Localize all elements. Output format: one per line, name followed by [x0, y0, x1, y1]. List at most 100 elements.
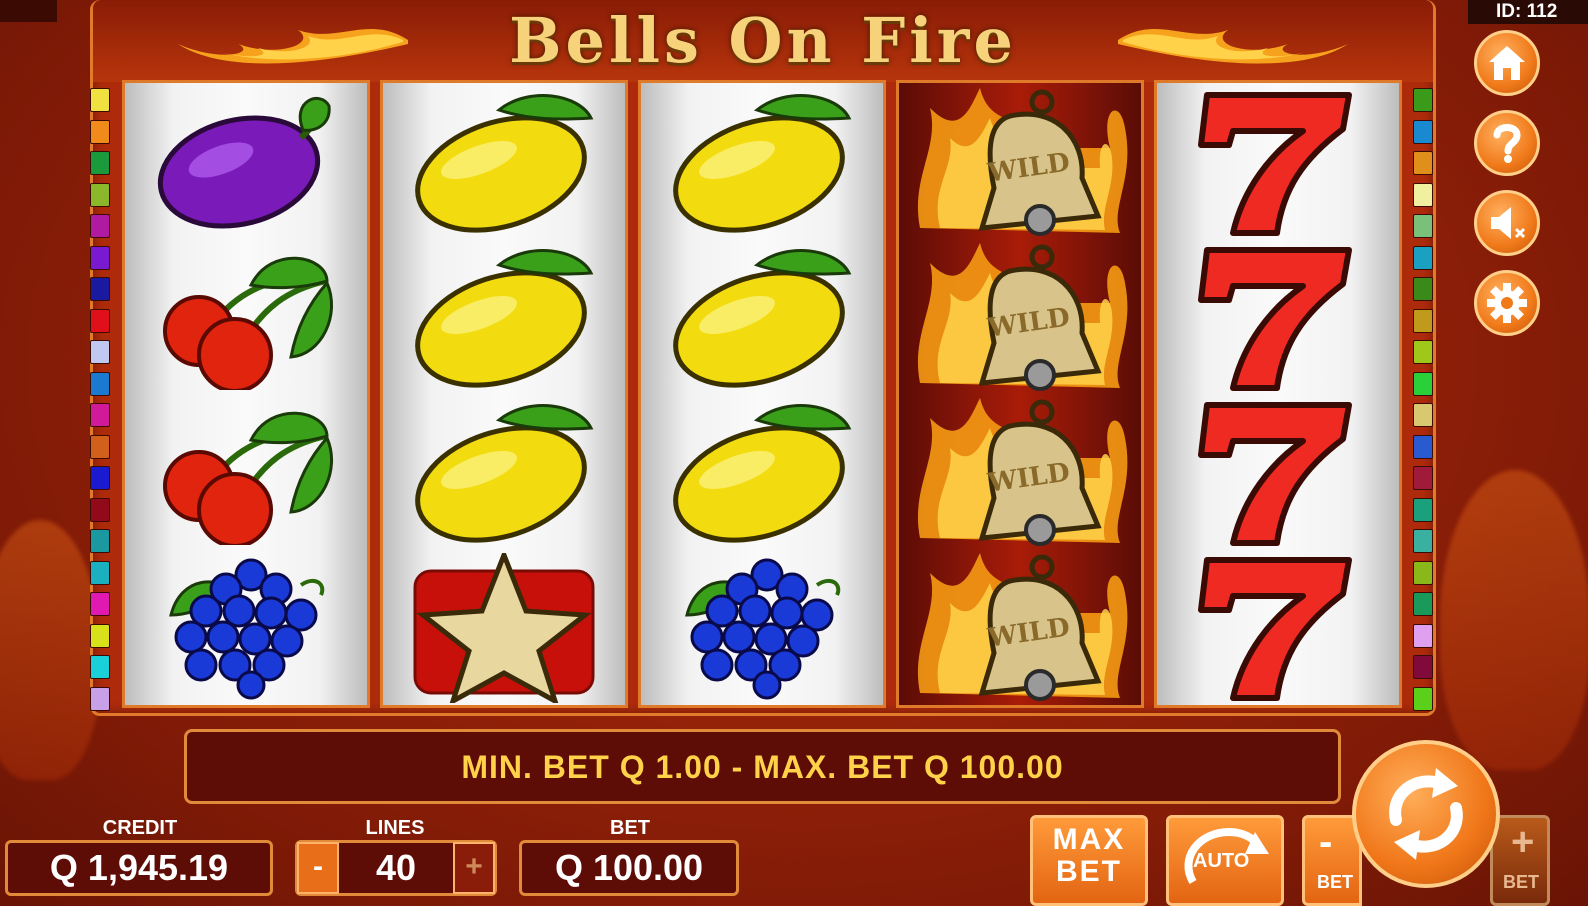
- reel-4: WILD WILD WILD WILD: [896, 80, 1144, 708]
- payline-marker[interactable]: [1413, 497, 1433, 522]
- symbol-wild-bell-icon: WILD: [899, 85, 1141, 240]
- max-bet-label-line2: BET: [1056, 855, 1122, 888]
- reel-3: [638, 80, 886, 708]
- symbol-star-icon: [383, 550, 625, 705]
- payline-marker[interactable]: [1413, 560, 1433, 585]
- title-bar: Bells On Fire: [93, 0, 1433, 82]
- payline-marker[interactable]: [1413, 434, 1433, 459]
- payline-marker[interactable]: [90, 497, 110, 522]
- symbol-wild-bell-icon: WILD: [899, 395, 1141, 550]
- payline-marker[interactable]: [90, 88, 110, 112]
- help-icon: [1493, 124, 1521, 163]
- payline-marker[interactable]: [1413, 151, 1433, 175]
- payline-marker[interactable]: [1413, 340, 1433, 364]
- symbol-seven-icon: [1157, 395, 1399, 550]
- payline-marker[interactable]: [1413, 182, 1433, 207]
- reel-5: [1154, 80, 1402, 708]
- sound-off-icon: [1491, 207, 1526, 239]
- payline-marker[interactable]: [90, 371, 110, 396]
- payline-marker[interactable]: [90, 340, 110, 364]
- max-bet-button[interactable]: MAX BET: [1030, 815, 1148, 906]
- credit-value: Q 1,945.19: [5, 840, 273, 896]
- payline-marker[interactable]: [90, 214, 110, 238]
- symbol-seven-icon: [1157, 550, 1399, 705]
- background-flame-right: [1440, 470, 1588, 770]
- payline-marker[interactable]: [90, 403, 110, 427]
- bet-value: Q 100.00: [519, 840, 739, 896]
- bet-plus-label: BET: [1503, 872, 1539, 892]
- symbol-cherries-icon: [125, 395, 367, 550]
- symbol-lemon-icon: [383, 395, 625, 550]
- payline-marker[interactable]: [1413, 214, 1433, 238]
- payline-marker[interactable]: [1413, 371, 1433, 396]
- bet-minus-symbol: -: [1319, 820, 1333, 864]
- payline-marker[interactable]: [1413, 277, 1433, 301]
- reels: WILD WILD WILD WILD: [122, 80, 1404, 708]
- symbol-plum-icon: [125, 85, 367, 240]
- lines-decrease-button[interactable]: -: [297, 842, 339, 894]
- symbol-lemon-icon: [383, 240, 625, 395]
- payline-markers-right: [1413, 88, 1435, 718]
- background-flame-left: [0, 520, 100, 780]
- bet-label: BET: [610, 817, 650, 839]
- payline-marker[interactable]: [1413, 403, 1433, 427]
- game-id-label: ID: 112: [1468, 0, 1588, 24]
- spin-button[interactable]: [1352, 740, 1500, 888]
- bet-plus-symbol: +: [1511, 820, 1535, 864]
- bet-range-message: MIN. BET Q 1.00 - MAX. BET Q 100.00: [184, 729, 1341, 804]
- credit-label: CREDIT: [102, 817, 178, 839]
- symbol-wild-bell-icon: WILD: [899, 240, 1141, 395]
- payline-marker[interactable]: [1413, 623, 1433, 648]
- symbol-lemon-icon: [641, 395, 883, 550]
- reel-2: [380, 80, 628, 708]
- payline-marker[interactable]: [90, 592, 110, 616]
- symbol-lemon-icon: [383, 85, 625, 240]
- sound-button[interactable]: [1474, 190, 1540, 256]
- home-button[interactable]: [1474, 30, 1540, 96]
- reel-1: [122, 80, 370, 708]
- payline-marker[interactable]: [90, 560, 110, 585]
- auto-spin-button[interactable]: AUTO: [1166, 815, 1284, 906]
- payline-marker[interactable]: [90, 466, 110, 490]
- spin-arrows-icon: [1389, 768, 1463, 860]
- payline-markers-left: [90, 88, 112, 718]
- symbol-cherries-icon: [125, 240, 367, 395]
- lines-label: LINES: [365, 817, 425, 839]
- max-bet-label-line1: MAX: [1052, 823, 1126, 856]
- payline-marker[interactable]: [1413, 119, 1433, 144]
- payline-marker[interactable]: [90, 623, 110, 648]
- payline-marker[interactable]: [1413, 592, 1433, 616]
- symbol-lemon-icon: [641, 240, 883, 395]
- payline-marker[interactable]: [90, 434, 110, 459]
- payline-marker[interactable]: [1413, 529, 1433, 553]
- payline-marker[interactable]: [90, 182, 110, 207]
- payline-marker[interactable]: [90, 686, 110, 711]
- payline-marker[interactable]: [1413, 308, 1433, 333]
- home-icon: [1489, 46, 1525, 80]
- payline-marker[interactable]: [90, 151, 110, 175]
- settings-button[interactable]: [1474, 270, 1540, 336]
- bet-minus-label: BET: [1317, 872, 1353, 892]
- payline-marker[interactable]: [90, 529, 110, 553]
- payline-marker[interactable]: [90, 245, 110, 270]
- symbol-grapes-icon: [641, 550, 883, 705]
- payline-marker[interactable]: [90, 655, 110, 679]
- payline-marker[interactable]: [1413, 245, 1433, 270]
- payline-marker[interactable]: [1413, 88, 1433, 112]
- payline-marker[interactable]: [1413, 655, 1433, 679]
- payline-marker[interactable]: [1413, 466, 1433, 490]
- payline-marker[interactable]: [1413, 686, 1433, 711]
- settings-icon: [1487, 283, 1527, 323]
- top-left-tab: [0, 0, 57, 22]
- help-button[interactable]: [1474, 110, 1540, 176]
- payline-marker[interactable]: [90, 308, 110, 333]
- symbol-grapes-icon: [125, 550, 367, 705]
- symbol-seven-icon: [1157, 85, 1399, 240]
- payline-marker[interactable]: [90, 277, 110, 301]
- auto-label: AUTO: [1193, 850, 1250, 872]
- flame-decoration-right: [1118, 28, 1348, 64]
- lines-increase-button[interactable]: +: [453, 842, 495, 894]
- payline-marker[interactable]: [90, 119, 110, 144]
- symbol-wild-bell-icon: WILD: [899, 550, 1141, 705]
- bet-increase-button[interactable]: + BET: [1490, 815, 1550, 906]
